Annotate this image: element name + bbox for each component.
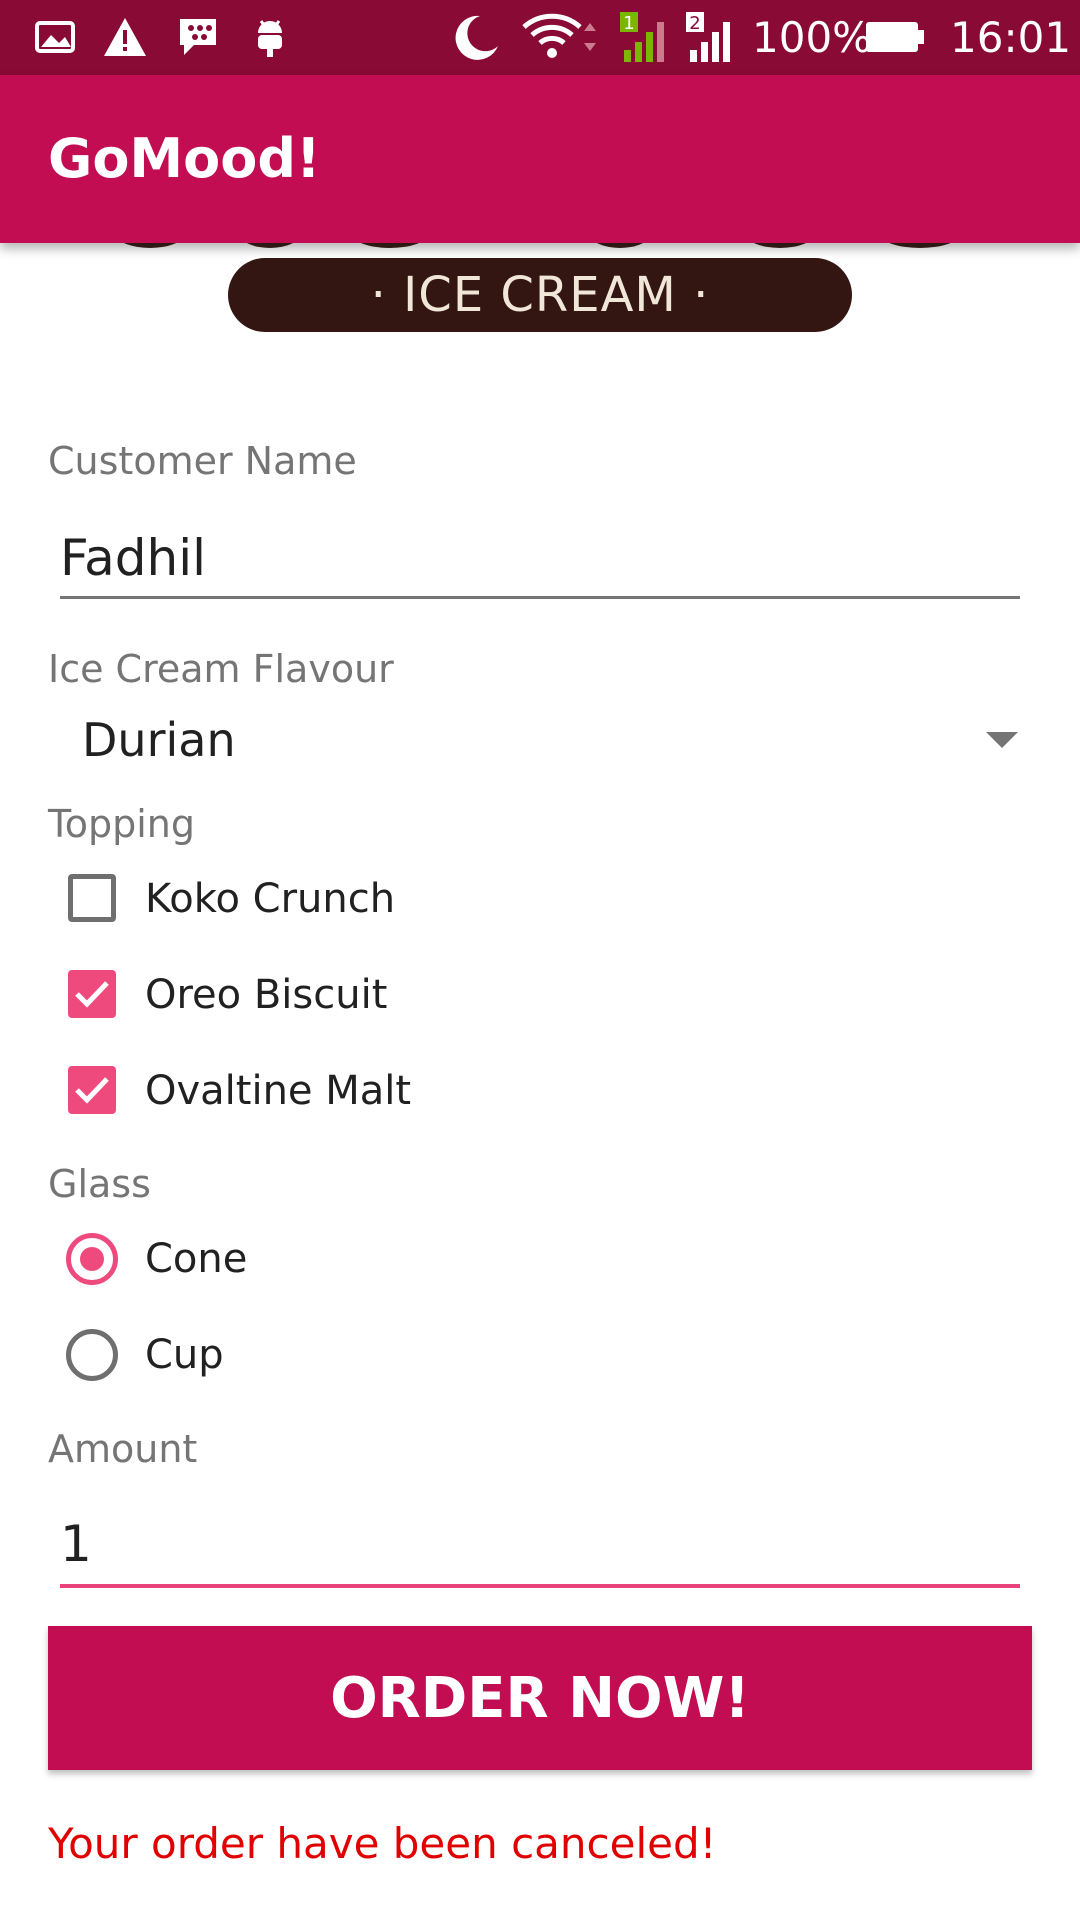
glass-option-cone[interactable]: Cone bbox=[64, 1228, 564, 1290]
gallery-icon bbox=[34, 14, 76, 60]
signal-sim1-icon: 1 bbox=[618, 12, 674, 62]
checkbox-checked-icon bbox=[68, 1066, 116, 1114]
battery-icon bbox=[866, 14, 926, 60]
topping-koko-crunch[interactable]: Koko Crunch bbox=[64, 870, 564, 928]
android-icon bbox=[250, 14, 290, 60]
topping-option-label: Oreo Biscuit bbox=[145, 972, 388, 1018]
order-status-message: Your order have been canceled! bbox=[48, 1819, 717, 1868]
topping-oreo-biscuit[interactable]: Oreo Biscuit bbox=[64, 966, 564, 1024]
moon-icon bbox=[448, 14, 502, 60]
checkbox-unchecked-icon bbox=[68, 874, 116, 922]
flavour-selected: Durian bbox=[82, 713, 236, 767]
signal-sim2-icon: 2 bbox=[684, 12, 740, 62]
topping-option-label: Koko Crunch bbox=[145, 876, 396, 922]
topping-ovaltine-malt[interactable]: Ovaltine Malt bbox=[64, 1062, 564, 1120]
app-bar: GoMood! bbox=[0, 75, 1080, 243]
radio-unselected-icon bbox=[66, 1329, 118, 1381]
warning-icon bbox=[102, 14, 148, 60]
glass-label: Glass bbox=[48, 1162, 151, 1206]
ice-cream-banner: · ICE CREAM · bbox=[228, 258, 852, 332]
amount-underline bbox=[60, 1584, 1020, 1588]
glass-option-label: Cup bbox=[145, 1332, 224, 1378]
sim2-label: 2 bbox=[689, 13, 700, 34]
topping-label: Topping bbox=[48, 802, 196, 846]
sim1-label: 1 bbox=[623, 13, 634, 34]
amount-label: Amount bbox=[48, 1427, 198, 1471]
glass-option-label: Cone bbox=[145, 1236, 248, 1282]
flavour-dropdown[interactable]: Durian bbox=[48, 706, 1032, 776]
radio-selected-icon bbox=[66, 1233, 118, 1285]
customer-name-input[interactable]: Fadhil bbox=[60, 528, 206, 588]
order-now-button[interactable]: ORDER NOW! bbox=[48, 1626, 1032, 1770]
topping-option-label: Ovaltine Malt bbox=[145, 1068, 412, 1114]
bbm-icon bbox=[176, 14, 220, 60]
glass-option-cup[interactable]: Cup bbox=[64, 1324, 564, 1386]
app-title: GoMood! bbox=[48, 127, 321, 190]
customer-name-label: Customer Name bbox=[48, 439, 357, 483]
wifi-icon bbox=[520, 13, 600, 60]
customer-name-underline bbox=[60, 596, 1020, 599]
amount-input[interactable]: 1 bbox=[60, 1514, 92, 1574]
flavour-label: Ice Cream Flavour bbox=[48, 647, 394, 691]
status-bar: 1 2 100% 16:01 bbox=[0, 0, 1080, 75]
clock: 16:01 bbox=[950, 13, 1072, 62]
dropdown-arrow-icon bbox=[986, 730, 1018, 755]
checkbox-checked-icon bbox=[68, 970, 116, 1018]
battery-percent: 100% bbox=[752, 13, 873, 62]
